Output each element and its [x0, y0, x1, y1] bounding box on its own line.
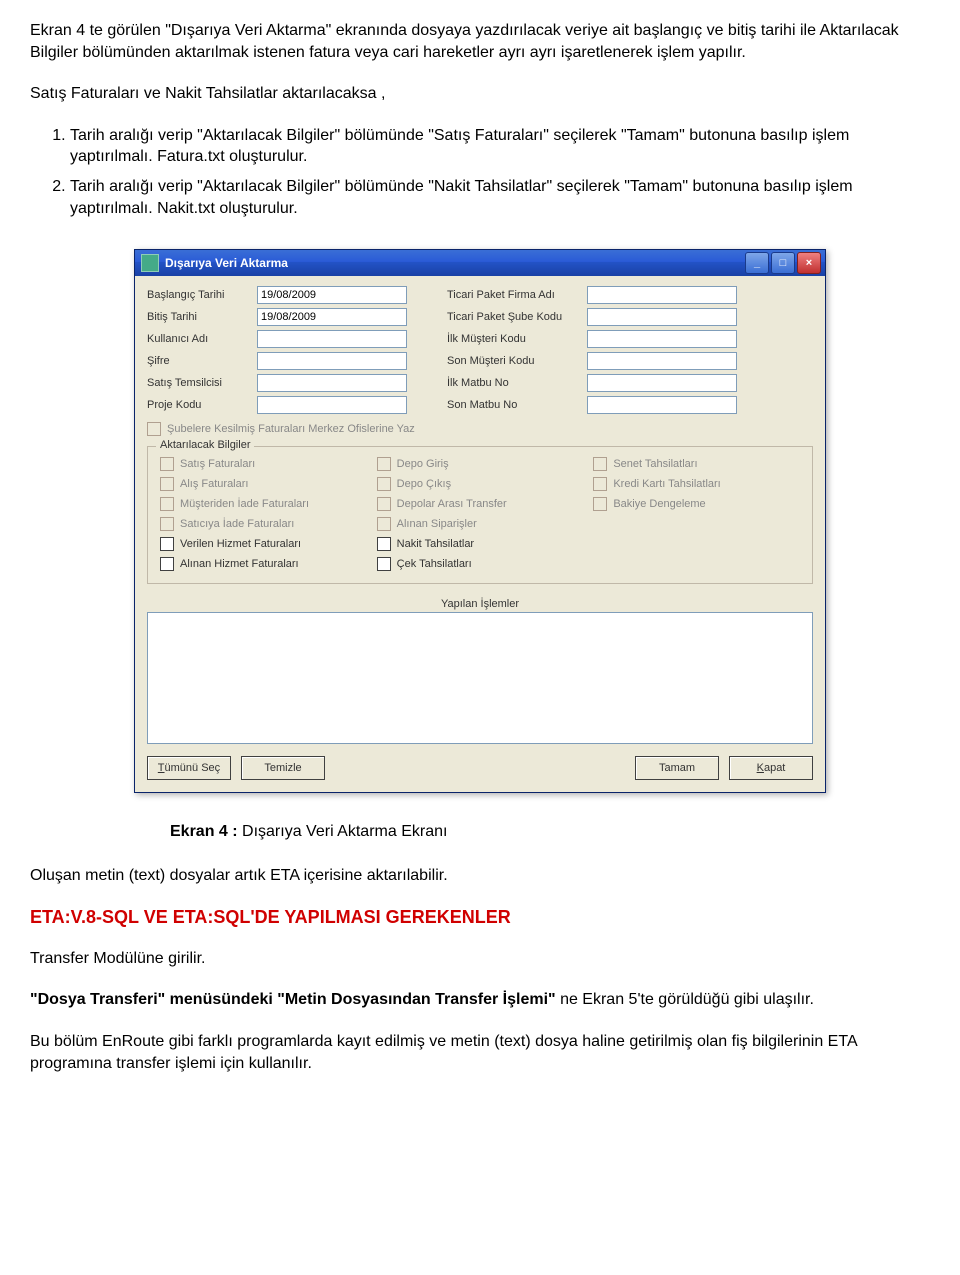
checkbox-icon — [147, 422, 161, 436]
input-kullanici[interactable] — [257, 330, 407, 348]
input-end-date[interactable] — [257, 308, 407, 326]
titlebar: Dışarıya Veri Aktarma _ □ × — [135, 250, 825, 276]
label-sube-kodu: Ticari Paket Şube Kodu — [447, 311, 587, 323]
checkbox-icon — [377, 497, 391, 511]
step-1: Tarih aralığı verip "Aktarılacak Bilgile… — [70, 125, 930, 168]
close-button[interactable]: × — [797, 252, 821, 274]
window-body: Başlangıç Tarihi Ticari Paket Firma Adı … — [135, 276, 825, 792]
cbx-depo-giris[interactable]: Depo Giriş — [377, 457, 584, 471]
label-proje-kodu: Proje Kodu — [147, 399, 257, 411]
button-row: Tümünü Seç Temizle Tamam Kapat — [147, 756, 813, 780]
input-ilk-musteri[interactable] — [587, 330, 737, 348]
checkbox-icon — [377, 477, 391, 491]
label-kullanici: Kullanıcı Adı — [147, 333, 257, 345]
checkbox-icon — [593, 497, 607, 511]
yapilan-islemler-list[interactable] — [147, 612, 813, 744]
intro-paragraph: Ekran 4 te görülen "Dışarıya Veri Aktarm… — [30, 20, 930, 63]
input-son-matbu[interactable] — [587, 396, 737, 414]
cbx-saticiya-iade[interactable]: Satıcıya İade Faturaları — [160, 517, 367, 531]
group-title: Aktarılacak Bilgiler — [156, 439, 254, 451]
cbx-verilen-hizmet[interactable]: Verilen Hizmet Faturaları — [160, 537, 367, 551]
input-sube-kodu[interactable] — [587, 308, 737, 326]
checkbox-icon — [377, 457, 391, 471]
label-firma-adi: Ticari Paket Firma Adı — [447, 289, 587, 301]
aktarilacak-group: Aktarılacak Bilgiler Satış Faturaları De… — [147, 446, 813, 584]
label-ilk-musteri: İlk Müşteri Kodu — [447, 333, 587, 345]
checkbox-icon — [160, 457, 174, 471]
cbx-nakit-tahsilatlar[interactable]: Nakit Tahsilatlar — [377, 537, 584, 551]
merkez-label: Şubelere Kesilmiş Faturaları Merkez Ofis… — [167, 423, 415, 435]
after-3: "Dosya Transferi" menüsündeki "Metin Dos… — [30, 989, 930, 1011]
label-son-matbu: Son Matbu No — [447, 399, 587, 411]
checkbox-icon — [160, 557, 174, 571]
merkez-checkbox-row[interactable]: Şubelere Kesilmiş Faturaları Merkez Ofis… — [147, 422, 813, 436]
input-son-musteri[interactable] — [587, 352, 737, 370]
close-dialog-button[interactable]: Kapat — [729, 756, 813, 780]
cbx-depolar-arasi[interactable]: Depolar Arası Transfer — [377, 497, 584, 511]
cbx-senet-tahsilatlari[interactable]: Senet Tahsilatları — [593, 457, 800, 471]
cbx-alis-faturalari[interactable]: Alış Faturaları — [160, 477, 367, 491]
input-firma-adi[interactable] — [587, 286, 737, 304]
steps-list: Tarih aralığı verip "Aktarılacak Bilgile… — [70, 125, 930, 219]
caption-prefix: Ekran 4 : — [170, 823, 242, 840]
window-title: Dışarıya Veri Aktarma — [165, 256, 288, 270]
select-all-button[interactable]: Tümünü Seç — [147, 756, 231, 780]
cbx-bakiye-dengeleme[interactable]: Bakiye Dengeleme — [593, 497, 800, 511]
input-proje-kodu[interactable] — [257, 396, 407, 414]
red-heading: ETA:V.8-SQL VE ETA:SQL'DE YAPILMASI GERE… — [30, 907, 930, 928]
clear-button[interactable]: Temizle — [241, 756, 325, 780]
app-icon — [141, 254, 159, 272]
ok-button[interactable]: Tamam — [635, 756, 719, 780]
cbx-alinan-hizmet[interactable]: Alınan Hizmet Faturaları — [160, 557, 367, 571]
cbx-depo-cikis[interactable]: Depo Çıkış — [377, 477, 584, 491]
checkbox-icon — [160, 517, 174, 531]
checkbox-icon — [160, 537, 174, 551]
intro-text: Ekran 4 te görülen "Dışarıya Veri Aktarm… — [30, 22, 899, 61]
input-start-date[interactable] — [257, 286, 407, 304]
label-start-date: Başlangıç Tarihi — [147, 289, 257, 301]
checkbox-icon — [377, 517, 391, 531]
input-ilk-matbu[interactable] — [587, 374, 737, 392]
checkbox-icon — [160, 477, 174, 491]
caption-rest: Dışarıya Veri Aktarma Ekranı — [242, 823, 447, 840]
input-satis-temsilcisi[interactable] — [257, 374, 407, 392]
checkbox-icon — [593, 477, 607, 491]
line2: Satış Faturaları ve Nakit Tahsilatlar ak… — [30, 83, 930, 105]
minimize-button[interactable]: _ — [745, 252, 769, 274]
label-satis-temsilcisi: Satış Temsilcisi — [147, 377, 257, 389]
label-son-musteri: Son Müşteri Kodu — [447, 355, 587, 367]
cbx-cek-tahsilatlari[interactable]: Çek Tahsilatları — [377, 557, 584, 571]
label-ilk-matbu: İlk Matbu No — [447, 377, 587, 389]
checkbox-icon — [160, 497, 174, 511]
label-sifre: Şifre — [147, 355, 257, 367]
step-2: Tarih aralığı verip "Aktarılacak Bilgile… — [70, 176, 930, 219]
checkbox-icon — [593, 457, 607, 471]
input-sifre[interactable] — [257, 352, 407, 370]
checkbox-icon — [377, 537, 391, 551]
after-4: Bu bölüm EnRoute gibi farklı programlard… — [30, 1031, 930, 1074]
cbx-musteriden-iade[interactable]: Müşteriden İade Faturaları — [160, 497, 367, 511]
dialog-window: Dışarıya Veri Aktarma _ □ × Başlangıç Ta… — [134, 249, 826, 793]
after-1: Oluşan metin (text) dosyalar artık ETA i… — [30, 865, 930, 887]
cbx-alinan-siparisler[interactable]: Alınan Siparişler — [377, 517, 584, 531]
label-end-date: Bitiş Tarihi — [147, 311, 257, 323]
after-3-bold: "Dosya Transferi" menüsündeki "Metin Dos… — [30, 991, 560, 1008]
cbx-kredi-karti[interactable]: Kredi Kartı Tahsilatları — [593, 477, 800, 491]
maximize-button[interactable]: □ — [771, 252, 795, 274]
checkbox-icon — [377, 557, 391, 571]
form-grid: Başlangıç Tarihi Ticari Paket Firma Adı … — [147, 286, 813, 414]
after-3-rest: ne Ekran 5'te görüldüğü gibi ulaşılır. — [560, 991, 814, 1008]
figure-caption: Ekran 4 : Dışarıya Veri Aktarma Ekranı — [170, 823, 930, 841]
cbx-satis-faturalari[interactable]: Satış Faturaları — [160, 457, 367, 471]
after-2: Transfer Modülüne girilir. — [30, 948, 930, 970]
yapilan-islemler-title: Yapılan İşlemler — [147, 598, 813, 610]
